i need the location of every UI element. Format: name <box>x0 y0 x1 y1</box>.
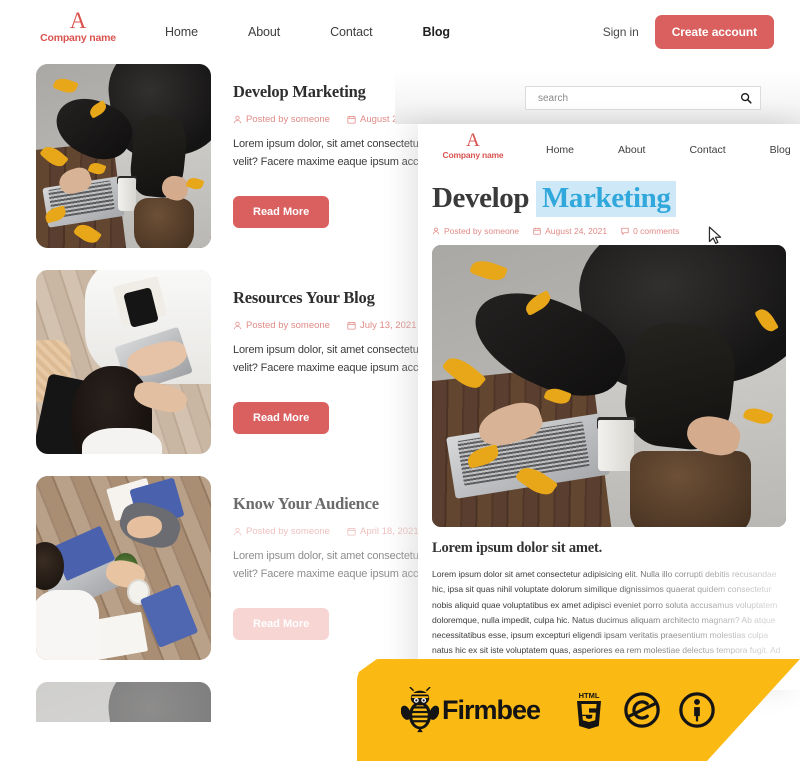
main-navbar: A Company name Home About Contact Blog S… <box>0 0 800 64</box>
user-icon <box>432 227 440 235</box>
post-author-label: Posted by someone <box>246 320 330 331</box>
calendar-icon <box>533 227 541 235</box>
post-author-label: Posted by someone <box>246 114 330 125</box>
post-author: Posted by someone <box>233 320 330 331</box>
post-thumbnail[interactable] <box>36 682 211 722</box>
photo-man-with-laptop <box>36 682 211 722</box>
brand-name-label: Company name <box>40 32 116 44</box>
user-icon <box>234 527 241 536</box>
overlay-primary-nav: Home About Contact Blog <box>546 124 791 176</box>
article-author-label: Posted by someone <box>444 226 520 236</box>
post-date-label: July 13, 2021 <box>359 320 417 331</box>
post-date-label: April 18, 2021 <box>359 526 419 537</box>
nav-link-blog[interactable]: Blog <box>423 25 450 39</box>
brand-logo[interactable]: A Company name <box>30 8 126 44</box>
article-comments-label: 0 comments <box>633 226 680 236</box>
nav-actions: Sign in Create account <box>603 0 774 64</box>
user-icon <box>234 321 241 330</box>
read-more-button[interactable]: Read More <box>233 607 330 640</box>
primary-nav: Home About Contact Blog <box>165 0 450 64</box>
photo-two-women-desk <box>36 270 211 454</box>
search-box[interactable] <box>525 86 761 110</box>
brand-a-logo-icon: A <box>69 8 87 33</box>
photo-man-with-laptop <box>36 64 211 248</box>
article-overlay-panel: A Company name Home About Contact Blog D… <box>418 124 800 690</box>
article-title-plain: Develop <box>432 182 530 214</box>
comment-icon <box>621 227 629 235</box>
screenshot-root: A Company name Home About Contact Blog S… <box>0 0 800 761</box>
post-thumbnail[interactable] <box>36 270 211 454</box>
overlay-nav-link-home[interactable]: Home <box>546 144 574 156</box>
read-more-button[interactable]: Read More <box>233 195 330 228</box>
post-date: April 18, 2021 <box>347 526 419 537</box>
nav-link-contact[interactable]: Contact <box>330 25 372 39</box>
post-date: July 13, 2021 <box>347 320 417 331</box>
read-more-button[interactable]: Read More <box>233 401 330 434</box>
article-author: Posted by someone <box>432 226 519 236</box>
article-date-label: August 24, 2021 <box>545 226 608 236</box>
search-band <box>395 70 800 124</box>
photo-man-with-laptop <box>432 245 786 527</box>
article-meta: Posted by someone August 24, 2021 0 comm… <box>432 226 786 236</box>
user-icon <box>234 115 241 124</box>
sign-in-link[interactable]: Sign in <box>603 25 639 39</box>
article-hero-image <box>432 245 786 527</box>
article-title-selected-text[interactable]: Marketing <box>535 181 677 217</box>
brand-name-label: Company name <box>442 150 504 160</box>
post-thumbnail[interactable] <box>36 476 211 660</box>
article-body: Lorem ipsum dolor sit amet consectetur a… <box>432 569 781 687</box>
create-account-button[interactable]: Create account <box>654 15 774 49</box>
search-input[interactable] <box>536 91 740 105</box>
calendar-icon <box>347 321 356 330</box>
nav-link-home[interactable]: Home <box>165 25 198 39</box>
article-subheading: Lorem ipsum dolor sit amet. <box>432 540 603 556</box>
search-icon[interactable] <box>740 92 752 104</box>
overlay-navbar: A Company name Home About Contact Blog <box>418 124 800 176</box>
overlay-brand-logo[interactable]: A Company name <box>430 130 516 160</box>
article-date: August 24, 2021 <box>533 226 607 236</box>
overlay-nav-link-about[interactable]: About <box>618 144 645 156</box>
post-author: Posted by someone <box>233 114 330 125</box>
calendar-icon <box>347 115 356 124</box>
overlay-nav-link-blog[interactable]: Blog <box>770 144 791 156</box>
article-title[interactable]: Develop Marketing <box>432 181 786 217</box>
article-comments: 0 comments <box>621 226 679 236</box>
calendar-icon <box>347 527 356 536</box>
overlay-nav-link-contact[interactable]: Contact <box>689 144 725 156</box>
brand-a-logo-icon: A <box>466 130 480 151</box>
photo-team-meeting <box>36 476 211 660</box>
post-thumbnail[interactable] <box>36 64 211 248</box>
post-author: Posted by someone <box>233 526 330 537</box>
overlay-article: Develop Marketing Posted by someone Augu… <box>418 181 800 689</box>
nav-link-about[interactable]: About <box>248 25 280 39</box>
post-author-label: Posted by someone <box>246 526 330 537</box>
